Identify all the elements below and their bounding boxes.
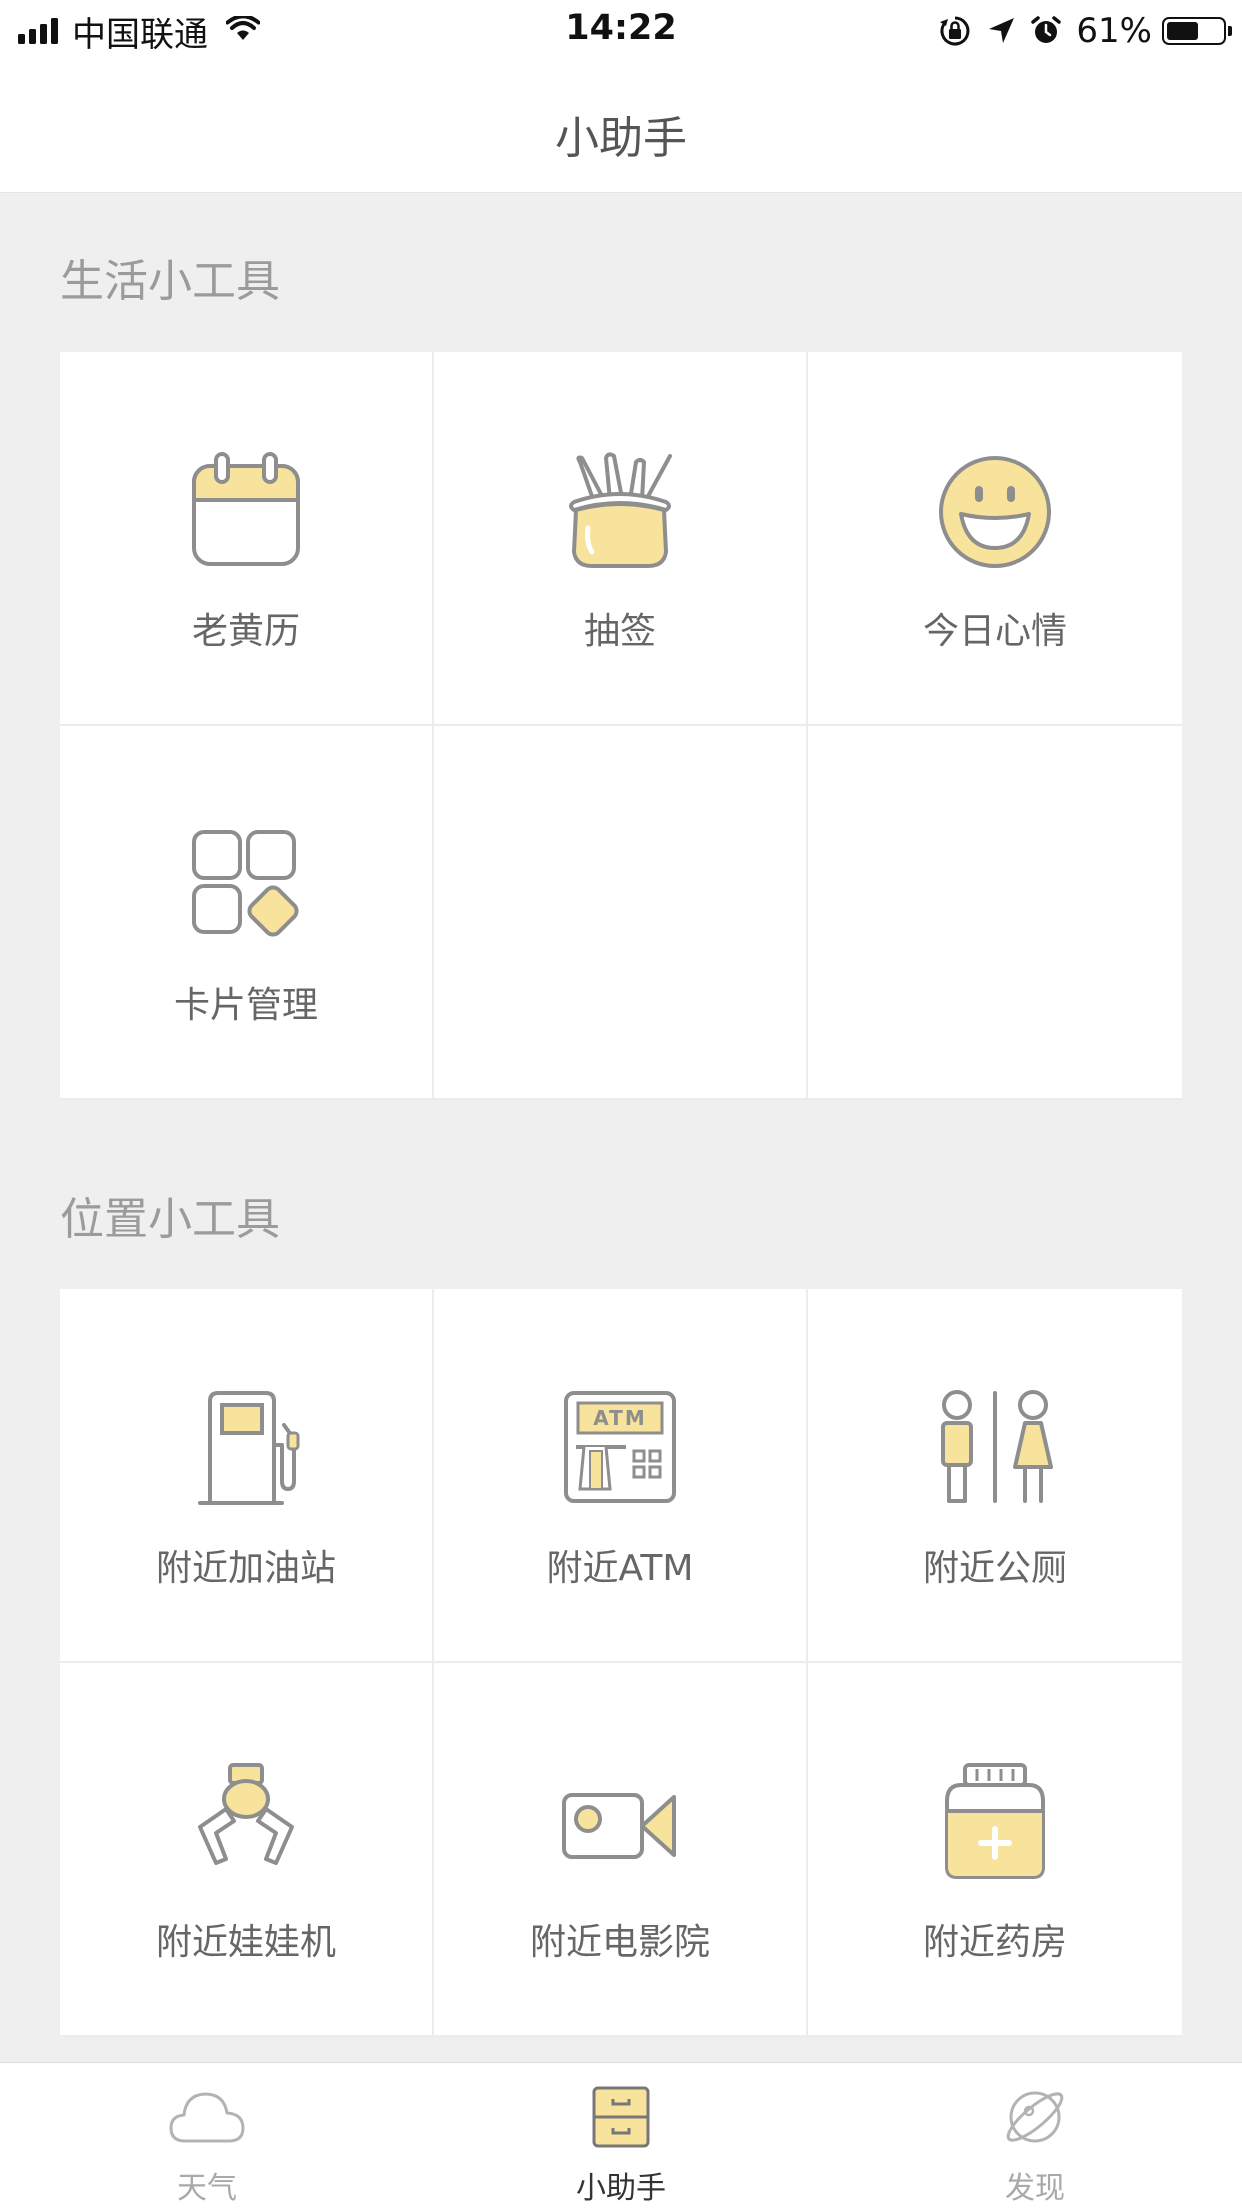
tool-gas-station[interactable]: 附近加油站 xyxy=(60,1289,434,1663)
empty-cell xyxy=(434,726,808,1100)
tool-label: 今日心情 xyxy=(922,611,1067,652)
atm-icon: ATM xyxy=(434,1389,806,1509)
alarm-icon xyxy=(1030,15,1062,47)
life-tools-grid: 老黄历 抽签 今日心情 卡片管理 xyxy=(60,352,1182,1100)
page-title: 小助手 xyxy=(555,113,687,164)
tool-atm[interactable]: ATM 附近ATM xyxy=(434,1289,808,1663)
status-right: 61% xyxy=(924,10,1232,52)
svg-text:ATM: ATM xyxy=(593,1406,646,1430)
navigation-bar: 小助手 xyxy=(0,62,1242,193)
drawer-icon xyxy=(414,2081,828,2153)
tool-mood[interactable]: 今日心情 xyxy=(808,352,1182,726)
gas-pump-icon xyxy=(60,1389,432,1509)
tool-label: 老黄历 xyxy=(191,611,300,652)
tool-label: 附近公厕 xyxy=(922,1548,1067,1589)
tool-label: 卡片管理 xyxy=(173,985,318,1026)
tool-restroom[interactable]: 附近公厕 xyxy=(808,1289,1182,1663)
tab-discover[interactable]: 发现 xyxy=(828,2063,1242,2209)
tool-claw-machine[interactable]: 附近娃娃机 xyxy=(60,1663,434,2037)
tool-label: 附近电影院 xyxy=(529,1922,710,1963)
tool-label: 抽签 xyxy=(583,611,656,652)
restroom-icon xyxy=(808,1389,1182,1509)
tool-calendar[interactable]: 老黄历 xyxy=(60,352,434,726)
tab-weather[interactable]: 天气 xyxy=(0,2063,414,2209)
tab-label: 天气 xyxy=(177,2171,237,2206)
calendar-icon xyxy=(60,452,432,572)
section-title-life-tools: 生活小工具 xyxy=(60,256,280,307)
tab-bar: 天气 小助手 发现 xyxy=(0,2062,1242,2209)
cloud-icon xyxy=(0,2081,414,2153)
location-tools-grid: 附近加油站 ATM 附近ATM 附近公厕 附近娃娃机 附近电影院 附近药房 xyxy=(60,1289,1182,2037)
fortune-sticks-icon xyxy=(434,452,806,572)
claw-machine-icon xyxy=(60,1763,432,1883)
medicine-bottle-icon xyxy=(808,1763,1182,1883)
tab-label: 发现 xyxy=(1005,2171,1065,2206)
status-bar: 中国联通 14:22 61% xyxy=(0,0,1242,62)
movie-camera-icon xyxy=(434,1763,806,1883)
tool-cinema[interactable]: 附近电影院 xyxy=(434,1663,808,2037)
tool-label: 附近药房 xyxy=(922,1922,1067,1963)
tool-label: 附近加油站 xyxy=(155,1548,336,1589)
tool-pharmacy[interactable]: 附近药房 xyxy=(808,1663,1182,2037)
tool-label: 附近娃娃机 xyxy=(155,1922,336,1963)
section-title-location-tools: 位置小工具 xyxy=(60,1194,280,1245)
planet-icon xyxy=(828,2081,1242,2153)
smiley-face-icon xyxy=(808,452,1182,572)
tab-assistant[interactable]: 小助手 xyxy=(414,2063,828,2209)
tab-label: 小助手 xyxy=(576,2171,666,2206)
card-grid-icon xyxy=(60,826,432,946)
battery-icon xyxy=(1162,17,1232,45)
tool-card-manage[interactable]: 卡片管理 xyxy=(60,726,434,1100)
empty-cell xyxy=(808,726,1182,1100)
location-arrow-icon xyxy=(986,16,1016,46)
battery-percent: 61% xyxy=(1076,11,1152,51)
tool-label: 附近ATM xyxy=(546,1548,694,1589)
orientation-lock-icon xyxy=(938,14,972,48)
tool-fortune[interactable]: 抽签 xyxy=(434,352,808,726)
